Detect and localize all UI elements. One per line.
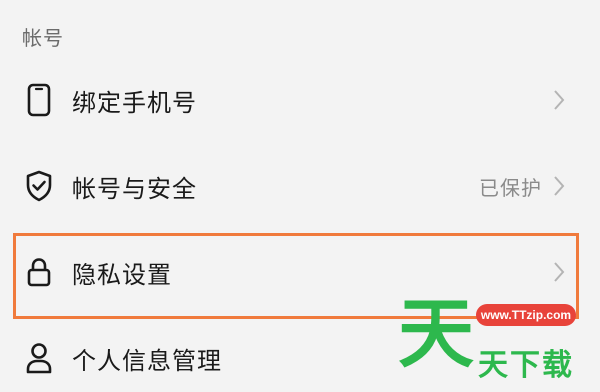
watermark-big-char: 天 [398,289,474,378]
settings-item-label: 帐号与安全 [72,174,197,203]
shield-check-icon [22,169,56,203]
section-title: 帐号 [22,26,64,50]
settings-item-account-security[interactable]: 帐号与安全 已保护 [22,158,578,214]
chevron-right-icon [550,86,568,114]
person-icon [22,341,56,375]
settings-item-bind-phone[interactable]: 绑定手机号 [22,72,578,128]
settings-item-label: 隐私设置 [72,260,172,289]
lock-icon [22,255,56,289]
chevron-right-icon [550,258,568,286]
phone-icon [22,83,56,117]
watermark-text: 天下载 [478,348,574,383]
status-badge: 已保护 [479,175,542,200]
settings-item-privacy[interactable]: 隐私设置 [22,244,578,300]
watermark-logo: 天 www.TTzip.com 天下载 [398,296,588,392]
chevron-right-icon [550,172,568,200]
settings-item-label: 绑定手机号 [72,88,197,117]
watermark-url: www.TTzip.com [476,304,576,326]
